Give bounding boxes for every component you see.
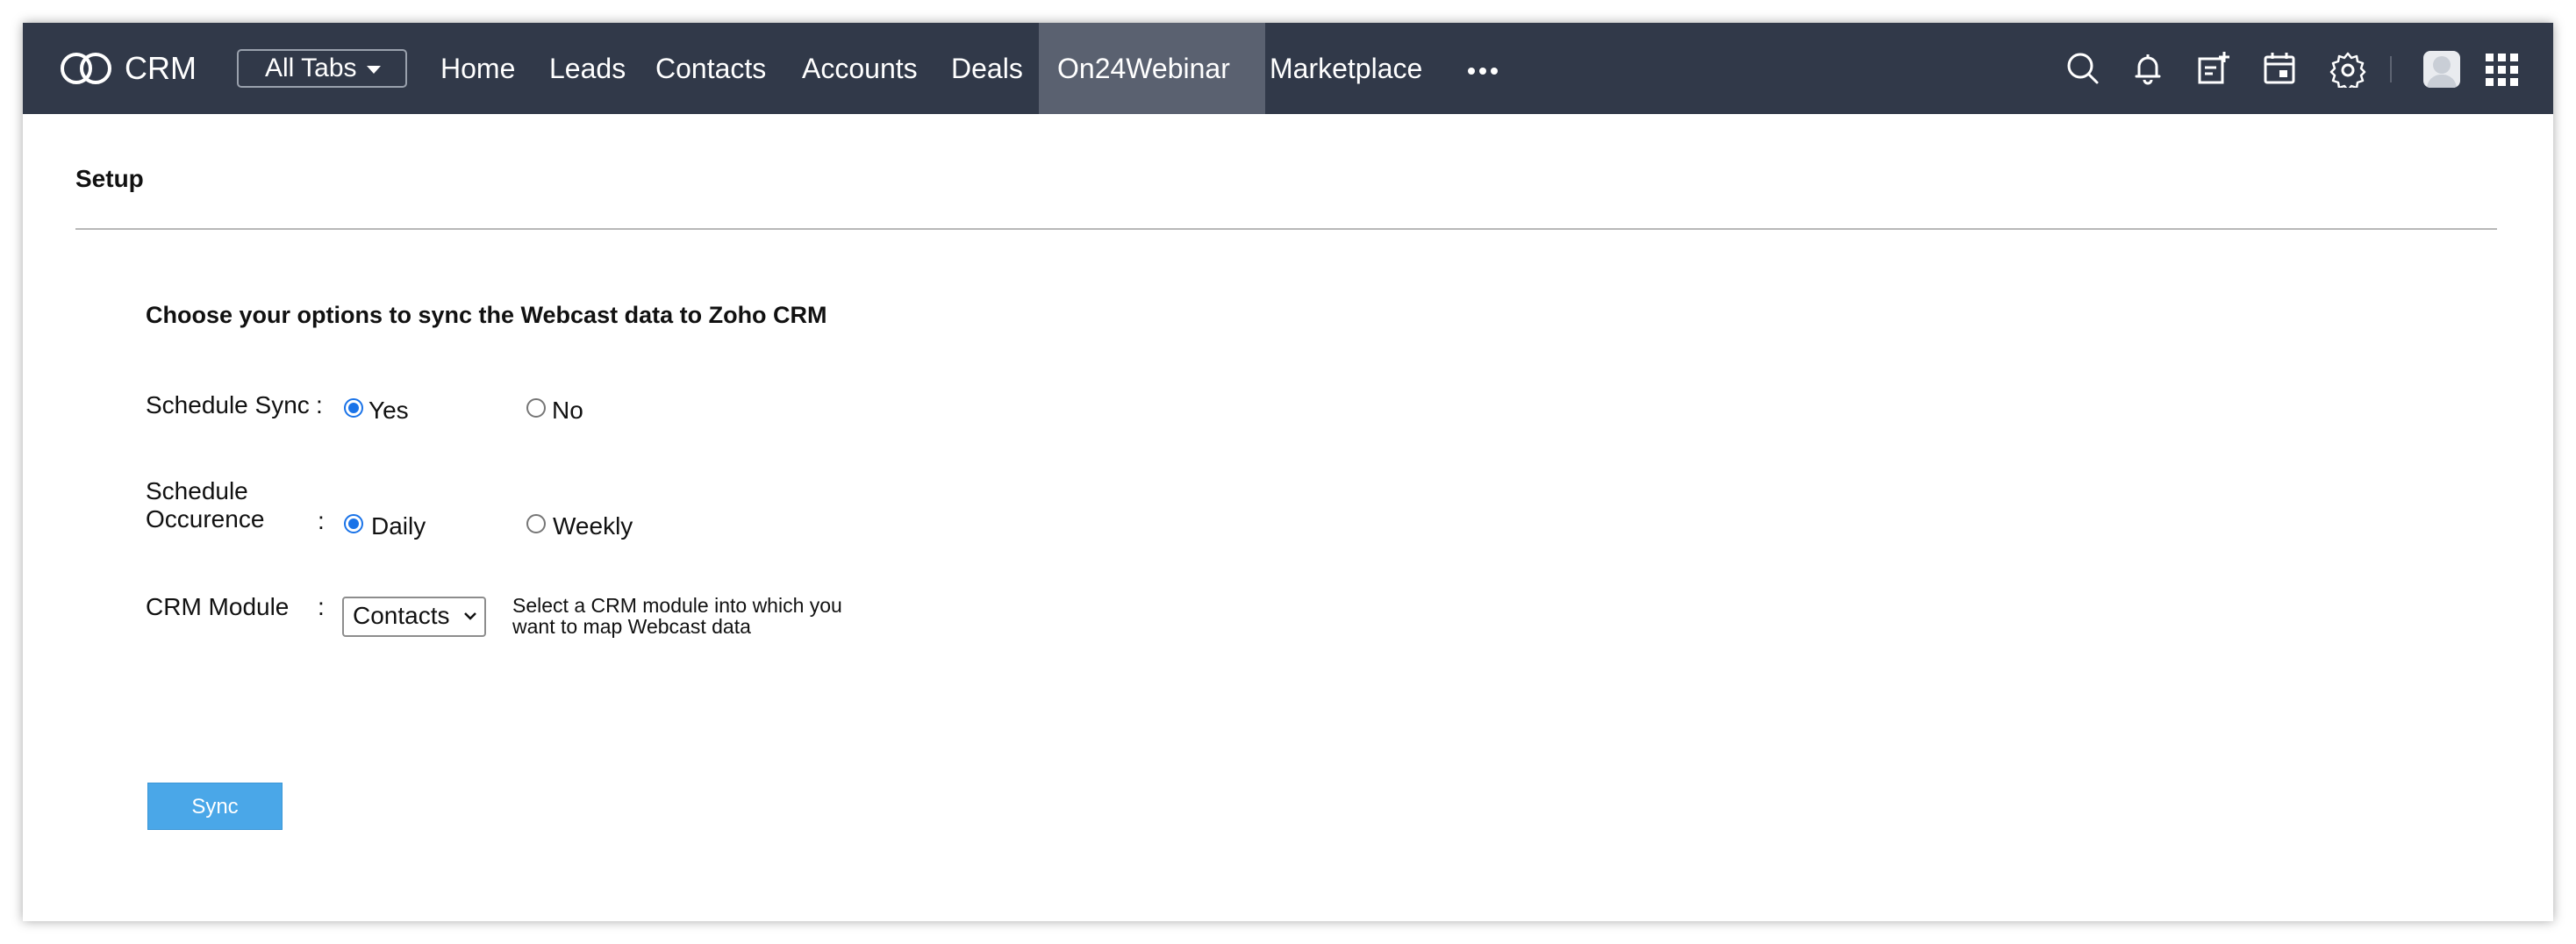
caret-down-icon xyxy=(367,66,381,74)
more-tabs-icon[interactable] xyxy=(1468,63,1503,75)
tab-on24webinar[interactable]: On24Webinar xyxy=(1039,23,1265,114)
avatar[interactable] xyxy=(2423,51,2460,88)
chevron-down-icon xyxy=(464,612,476,620)
tab-marketplace[interactable]: Marketplace xyxy=(1270,23,1422,114)
sync-intro-text: Choose your options to sync the Webcast … xyxy=(146,302,827,328)
schedule-occurrence-label-line2: Occurence xyxy=(146,505,265,533)
page-title: Setup xyxy=(75,165,144,192)
search-icon[interactable] xyxy=(2064,49,2102,88)
tab-contacts[interactable]: Contacts xyxy=(655,23,766,114)
sync-button[interactable]: Sync xyxy=(147,783,283,830)
crm-module-selected-value: Contacts xyxy=(353,602,450,629)
tab-home[interactable]: Home xyxy=(440,23,515,114)
schedule-sync-yes-radio[interactable] xyxy=(344,398,363,418)
title-divider xyxy=(75,228,2497,230)
crm-module-hint: Select a CRM module into which you want … xyxy=(512,594,842,638)
nav-divider xyxy=(2390,56,2392,82)
schedule-occurrence-label-line1: Schedule xyxy=(146,477,248,504)
occurrence-daily-label[interactable]: Daily xyxy=(371,512,426,540)
occurrence-weekly-label[interactable]: Weekly xyxy=(553,512,633,540)
schedule-occurrence-colon: : xyxy=(318,507,325,534)
schedule-sync-yes-label[interactable]: Yes xyxy=(369,397,409,425)
add-note-icon[interactable] xyxy=(2193,49,2232,88)
calendar-icon[interactable] xyxy=(2260,49,2299,88)
crm-module-colon: : xyxy=(318,593,325,620)
all-tabs-label: All Tabs xyxy=(265,54,357,82)
schedule-sync-label: Schedule Sync xyxy=(146,391,310,418)
crm-module-select[interactable]: Contacts xyxy=(342,597,486,637)
brand-name[interactable]: CRM xyxy=(125,23,197,114)
all-tabs-dropdown[interactable]: All Tabs xyxy=(237,49,407,88)
apps-grid-icon[interactable] xyxy=(2485,53,2520,88)
gear-icon[interactable] xyxy=(2329,49,2367,88)
occurrence-daily-radio[interactable] xyxy=(344,514,363,533)
schedule-sync-no-label[interactable]: No xyxy=(552,397,583,425)
schedule-sync-colon: : xyxy=(316,391,323,418)
schedule-sync-no-radio[interactable] xyxy=(526,398,546,418)
tab-leads[interactable]: Leads xyxy=(549,23,626,114)
tab-accounts[interactable]: Accounts xyxy=(802,23,918,114)
bell-icon[interactable] xyxy=(2129,49,2167,88)
top-nav-bar: CRM All Tabs Home Leads Contacts Account… xyxy=(23,23,2553,114)
occurrence-weekly-radio[interactable] xyxy=(526,514,546,533)
crm-window: CRM All Tabs Home Leads Contacts Account… xyxy=(23,23,2553,921)
crm-logo-icon[interactable] xyxy=(58,49,114,88)
crm-module-label: CRM Module xyxy=(146,593,290,620)
tab-deals[interactable]: Deals xyxy=(951,23,1023,114)
